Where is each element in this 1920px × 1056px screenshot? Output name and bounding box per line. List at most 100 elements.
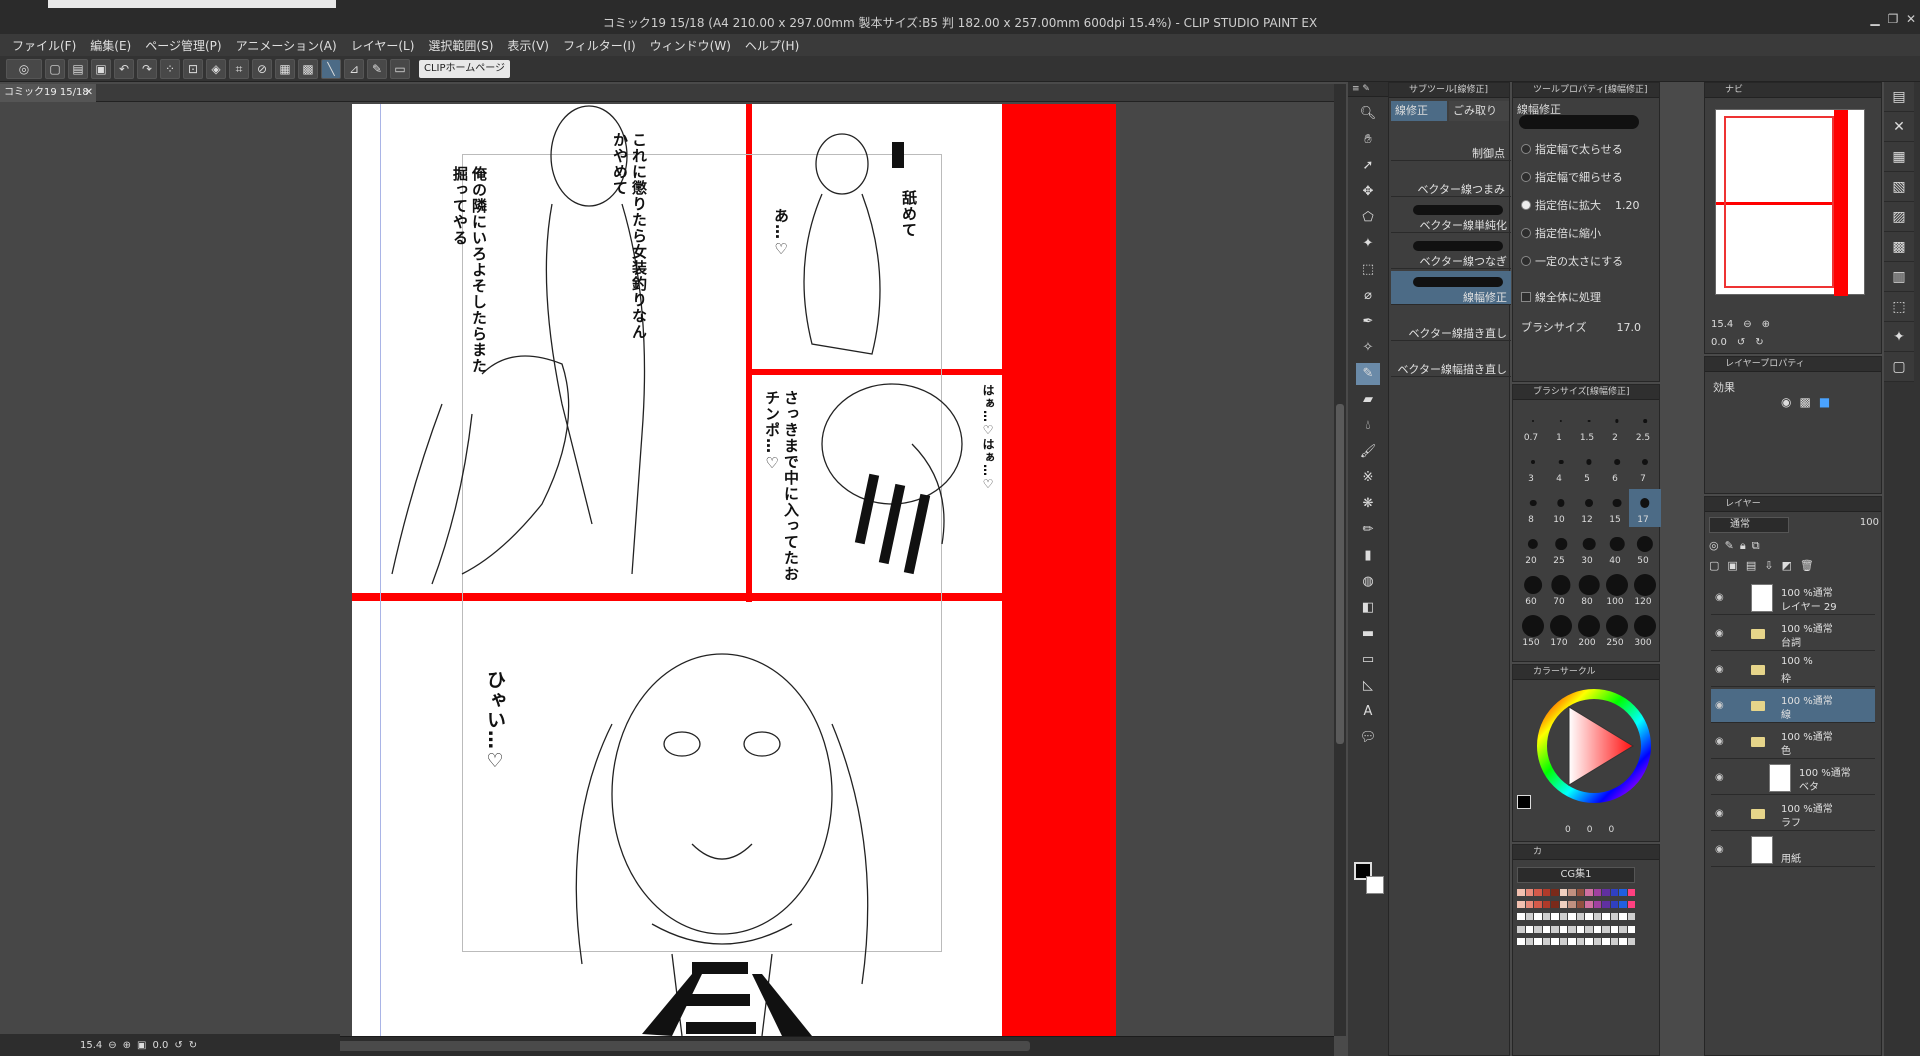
menu-filter[interactable]: フィルター(I)	[559, 37, 646, 54]
color-swatch[interactable]	[1585, 937, 1593, 945]
save-icon[interactable]: ▣	[91, 58, 111, 79]
option-thin[interactable]: 指定幅で細らせる	[1521, 169, 1623, 191]
option-thicken[interactable]: 指定幅で太らせる	[1521, 141, 1623, 163]
navigator-rotate-left-icon[interactable]: ↺	[1737, 337, 1745, 348]
close-button[interactable]: ✕	[1904, 12, 1918, 26]
menu-view[interactable]: 表示(V)	[503, 37, 559, 54]
frame-icon[interactable]: ▭	[1356, 649, 1380, 671]
color-swatch[interactable]	[1551, 937, 1559, 945]
menu-layer[interactable]: レイヤー(L)	[347, 37, 425, 54]
color-swatch[interactable]	[1619, 889, 1627, 896]
quick-access-icon[interactable]: ▢	[1884, 352, 1914, 382]
color-swatch[interactable]	[1610, 889, 1618, 896]
gradient-icon[interactable]: ◧	[1356, 597, 1380, 619]
minimize-button[interactable]: ▁	[1868, 12, 1882, 26]
color-swatch[interactable]	[1551, 889, 1559, 896]
color-swatch[interactable]	[1585, 913, 1593, 921]
mask-icon[interactable]: ◩	[1781, 559, 1791, 575]
color-swatch[interactable]	[1525, 913, 1533, 921]
eye-icon[interactable]: ◉	[1715, 736, 1724, 747]
clear-selection-icon[interactable]: ⁘	[160, 58, 180, 79]
snap-ruler-icon[interactable]: ⊘	[252, 58, 272, 79]
manga-page[interactable]: これに懲りたら女装釣りなんかやめて 俺の隣にいろよそしたらまた掘ってやる 舐めて…	[352, 104, 1116, 1036]
brush-size-cell[interactable]: 300	[1629, 612, 1661, 650]
color-swatch[interactable]	[1627, 937, 1635, 945]
color-swatch[interactable]	[1627, 901, 1635, 909]
layer-color-icon[interactable]: ■	[1819, 395, 1830, 409]
color-swatch[interactable]	[1559, 937, 1567, 945]
subtool-item-redraw[interactable]: ベクター線描き直し	[1391, 307, 1511, 341]
color-swatch[interactable]	[1517, 925, 1525, 933]
info-icon[interactable]: ⬚	[1884, 292, 1914, 322]
pencil-icon[interactable]: ✏︎	[1356, 519, 1380, 541]
eye-icon[interactable]: ◉	[1715, 808, 1724, 819]
animation-icon[interactable]: ▧	[1884, 172, 1914, 202]
hand-tool-icon[interactable]: ✋︎	[1356, 129, 1380, 151]
eye-icon[interactable]: ◉	[1715, 772, 1724, 783]
zoom-value[interactable]: 15.4	[80, 1040, 102, 1051]
color-swatch[interactable]	[1585, 901, 1593, 909]
fill-icon[interactable]: ◈	[206, 58, 226, 79]
color-swatch[interactable]	[1534, 925, 1542, 933]
color-swatch[interactable]	[1551, 925, 1559, 933]
color-swatch-grid[interactable]	[1517, 889, 1635, 949]
option-scale-up[interactable]: 指定倍に拡大 1.20	[1521, 197, 1640, 219]
brush-size-cell[interactable]: 50	[1629, 530, 1661, 568]
lasso-icon[interactable]: ⬠	[1356, 207, 1380, 229]
color-swatch[interactable]	[1585, 925, 1593, 933]
subtool-item-redraw-width[interactable]: ベクター線幅描き直し	[1391, 343, 1511, 377]
color-swatch[interactable]	[1602, 913, 1610, 921]
color-swatch[interactable]	[1627, 925, 1635, 933]
color-swatch[interactable]	[1576, 889, 1584, 896]
option-uniform[interactable]: 一定の太さにする	[1521, 253, 1623, 275]
snap-special-icon[interactable]: ▩	[298, 58, 318, 79]
undo-icon[interactable]: ↶	[114, 58, 134, 79]
move-layer-icon[interactable]: ✥	[1356, 181, 1380, 203]
merge-down-icon[interactable]: ⇩	[1764, 559, 1773, 575]
color-swatch[interactable]	[1602, 901, 1610, 909]
color-swatch[interactable]	[1619, 925, 1627, 933]
eye-icon[interactable]: ◉	[1715, 844, 1724, 855]
airbrush-icon[interactable]: ※	[1356, 467, 1380, 489]
color-swatch[interactable]	[1593, 913, 1601, 921]
color-swatch[interactable]	[1551, 913, 1559, 921]
navigator-zoom[interactable]: 15.4	[1711, 319, 1733, 330]
navigator-rotate-right-icon[interactable]: ↻	[1755, 337, 1763, 348]
zoom-in-icon[interactable]: ⊕	[123, 1040, 131, 1051]
subtool-tab-dust[interactable]: ごみ取り	[1449, 101, 1509, 121]
rotation-value[interactable]: 0.0	[153, 1040, 169, 1051]
color-value-r[interactable]: 0	[1565, 825, 1571, 835]
redo-icon[interactable]: ↷	[137, 58, 157, 79]
color-swatch[interactable]	[1602, 925, 1610, 933]
menu-window[interactable]: ウィンドウ(W)	[646, 37, 741, 54]
eye-icon[interactable]: ◉	[1715, 700, 1724, 711]
decoration-icon[interactable]: ❋	[1356, 493, 1380, 515]
layer-row[interactable]: ◉ 100 % 枠	[1711, 653, 1875, 687]
horizontal-scroll-thumb[interactable]	[330, 1041, 1030, 1051]
color-swatch[interactable]	[1534, 889, 1542, 896]
color-swatch[interactable]	[1576, 937, 1584, 945]
eraser-icon[interactable]: ▰	[1356, 389, 1380, 411]
sub-view-icon[interactable]: ▥	[1884, 262, 1914, 292]
color-swatch[interactable]	[1551, 901, 1559, 909]
color-swatch[interactable]	[1559, 901, 1567, 909]
fill-bucket-icon[interactable]: ◍	[1356, 571, 1380, 593]
checkbox-icon[interactable]	[1521, 292, 1531, 302]
option-whole-line[interactable]: 線全体に処理	[1521, 289, 1601, 311]
color-swatch[interactable]	[1602, 889, 1610, 896]
clip-logo-icon[interactable]: ◎	[6, 58, 42, 79]
border-effect-icon[interactable]: ◉	[1781, 395, 1791, 409]
color-swatch[interactable]	[1610, 901, 1618, 909]
radio-icon[interactable]	[1521, 228, 1531, 238]
clip-home-button[interactable]: CLIPホームページ	[419, 59, 511, 78]
menu-animation[interactable]: アニメーション(A)	[232, 37, 347, 54]
snap-grid-icon[interactable]: ▦	[275, 58, 295, 79]
color-swatch[interactable]	[1619, 937, 1627, 945]
line-correct-selected-icon[interactable]: ✎	[1356, 363, 1380, 385]
color-swatch[interactable]	[1542, 937, 1550, 945]
rotate-left-icon[interactable]: ↺	[174, 1040, 182, 1051]
menu-help[interactable]: ヘルプ(H)	[741, 37, 809, 54]
correct-line-tool-icon[interactable]: ✧	[1356, 337, 1380, 359]
canvas-area[interactable]: これに懲りたら女装釣りなんかやめて 俺の隣にいろよそしたらまた掘ってやる 舐めて…	[0, 102, 1334, 1036]
navigator-zoom-in-icon[interactable]: ⊕	[1762, 319, 1770, 330]
